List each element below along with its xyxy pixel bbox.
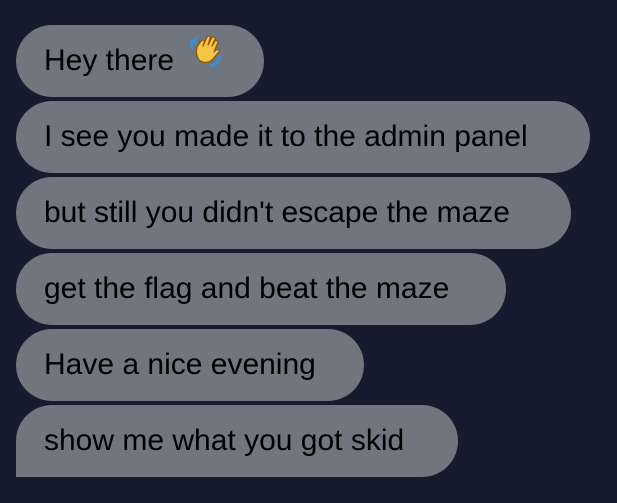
message-text: show me what you got skid	[44, 424, 405, 457]
message-bubble: show me what you got skid	[16, 405, 458, 477]
waving-hand-icon	[188, 23, 224, 95]
message-bubble: I see you made it to the admin panel	[16, 101, 590, 173]
message-bubble: but still you didn't escape the maze	[16, 177, 571, 249]
chat-message-list: Hey there I see you made it to the admin…	[0, 0, 617, 503]
message-bubble: Have a nice evening	[16, 329, 364, 401]
message-text: but still you didn't escape the maze	[44, 196, 510, 229]
message-bubble: get the flag and beat the maze	[16, 253, 506, 325]
message-text: I see you made it to the admin panel	[44, 120, 528, 153]
message-text: Have a nice evening	[44, 348, 316, 381]
message-text: get the flag and beat the maze	[44, 272, 450, 305]
message-bubble: Hey there	[16, 25, 264, 97]
message-text: Hey there	[44, 44, 175, 77]
